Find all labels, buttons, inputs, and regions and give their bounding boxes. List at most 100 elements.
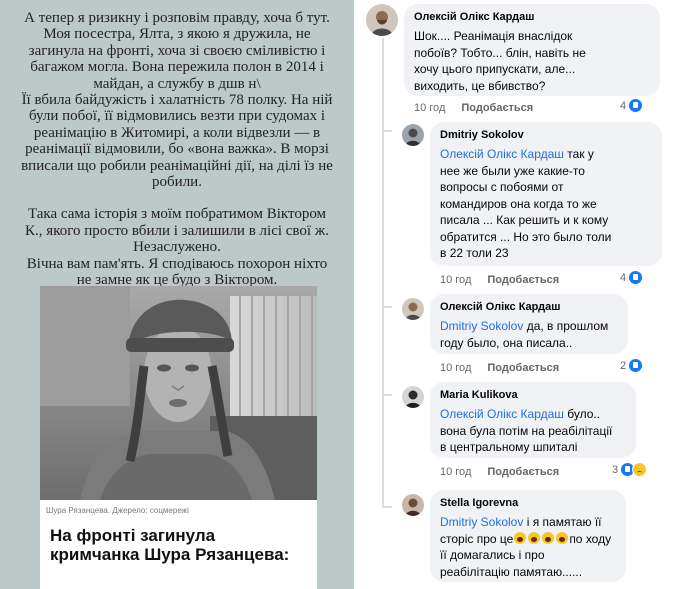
comment-author[interactable]: Олексій Олікс Кардаш [414,11,534,23]
like-icon [628,358,644,373]
avatar[interactable] [402,298,424,320]
comment-time[interactable]: 10 год [440,362,471,374]
story-line: Незаслужено. [133,239,221,256]
thread-branch [382,506,392,508]
comment-bubble: Maria Kulikova Олексій Олікс Кардаш було… [430,382,636,458]
crying-emoji-icon [556,531,569,544]
mention-link[interactable]: Олексій Олікс Кардаш [440,407,564,421]
comment-line: вопросы с побоями от [440,180,564,194]
comment-line: писала ... Как решить и к кому [440,213,609,227]
thread-branch [382,394,392,396]
avatar[interactable] [402,494,424,516]
headline-line: На фронті загинула [50,526,216,545]
comment-fragment: і я памятаю її [523,515,602,529]
comment-line: нее же были уже какие-то [440,163,585,178]
avatar[interactable] [402,124,424,146]
comments-panel: Олексій Олікс Кардаш Шок.... Реанімація … [354,0,680,589]
like-button[interactable]: Подобається [461,102,533,114]
crying-emoji-icon [528,531,541,544]
reaction-number: 4 [620,271,627,284]
like-button[interactable]: Подобається [487,466,559,478]
comment-line: году было, она писала.. [440,335,573,350]
comment-line: обратится ... Но это было толи [440,229,612,244]
comment-line: в 22 толи 23 [440,246,509,260]
like-button[interactable]: Подобається [487,274,559,286]
comment-line: Dmitriy Sokolov да, в прошлом [440,318,608,335]
comment-text: Олексій Олікс Кардаш було.. вона була по… [440,406,612,456]
avatar[interactable] [402,386,424,408]
avatar[interactable] [366,4,398,36]
mention-link[interactable]: Dmitriy Sokolov [440,319,523,333]
comment-meta: 10 год Подобається [440,466,559,478]
instagram-story: А тепер я ризикну і розповім правду, хоч… [0,0,354,589]
headline-line: кримчанка Шура Рязанцева: [50,545,290,564]
crying-emoji-icon [542,531,555,544]
comment-line: реабілітацію памятаю...... [440,564,583,579]
comment-author[interactable]: Олексій Олікс Кардаш [440,301,560,313]
comment-line: виходить, це вбивство? [414,78,546,93]
story-text: А тепер я ризикну і розповім правду, хоч… [10,10,344,289]
comment-author[interactable]: Dmitriy Sokolov [440,129,524,141]
comment-text: Dmitriy Sokolov і я памятаю її сторіс пр… [440,514,611,580]
story-line: Така сама історія з моїм побратимом Вікт… [27,206,327,223]
story-line: робили. [152,174,202,191]
comment-fragment: так у [563,147,594,161]
mention-link[interactable]: Dmitriy Sokolov [440,515,523,529]
portrait-photo [40,286,317,500]
comment-fragment: сторіс про це [440,531,514,546]
comment-time[interactable]: 10 год [440,274,471,286]
reaction-number: 4 [620,99,627,112]
comment-fragment: по ходу [569,531,612,546]
thread-line [382,38,384,508]
post-headline: На фронті загинула кримчанка Шура Рязанц… [50,526,312,564]
story-line: Моя посестра, Ялта, з якою я дружила, не [43,26,311,43]
comment-meta: 10 год Подобається [440,274,559,286]
photo-caption: Шура Рязанцева. Джерело: соцмережі [46,506,189,515]
comment-bubble: Dmitriy Sokolov Олексій Олікс Кардаш так… [430,122,662,266]
story-line: були побої, її відмовились везти при суд… [28,108,326,125]
reaction-count[interactable]: 3 [612,462,648,477]
comment-text: Dmitriy Sokolov да, в прошлом году было,… [440,318,608,351]
story-line: А тепер я ризикну і розповім правду, хоч… [24,10,330,26]
comment-line: в центральному шпиталі [440,440,578,454]
comment-fragment: було.. [563,407,601,421]
reaction-number: 3 [612,463,619,476]
story-line: Її вбила байдужість і халатність 78 полк… [21,92,333,109]
comment-line: Олексій Олікс Кардаш так у [440,146,611,163]
like-icon [628,98,644,113]
comment-bubble: Олексій Олікс Кардаш Шок.... Реанімація … [404,4,660,96]
comment-bubble: Олексій Олікс Кардаш Dmitriy Sokolov да,… [430,294,628,354]
story-line: вписали що робили реанімаційні дії, на д… [21,157,333,174]
like-icon [628,270,644,285]
comment-author[interactable]: Stella Igorevna [440,497,518,509]
comment-line: побоїв? Тобто... блін, навіть не [414,45,586,60]
comment-time[interactable]: 10 год [440,466,471,478]
comment-meta: 10 год Подобається [414,102,533,114]
reaction-count[interactable]: 4 [620,98,644,113]
thread-branch [382,306,392,308]
comment-line: сторіс про це по ходу [440,531,611,548]
like-button[interactable]: Подобається [487,362,559,374]
sad-reaction-icon [632,462,648,477]
comment-line: Шок.... Реанімація внаслідок [414,29,573,43]
comment-bubble: Stella Igorevna Dmitriy Sokolov і я памя… [430,490,626,582]
story-line: загинула на фронті, хоча зі своєю смілив… [28,42,326,59]
comment-author[interactable]: Maria Kulikova [440,389,518,401]
mention-link[interactable]: Олексій Олікс Кардаш [440,147,564,161]
reaction-count[interactable]: 2 [620,358,644,373]
story-line: Вічна вам пам'ять. Я сподіваюсь похорон … [26,255,328,272]
crying-emoji-icon [514,531,527,544]
story-line: реанімацію в Житомирі, а коли відвезли —… [33,124,321,141]
comment-line: Олексій Олікс Кардаш було.. [440,406,612,423]
story-line: К., якого просто вбили і залишили в лісі… [25,222,329,239]
comment-line: командиров она когда то же [440,196,597,211]
comment-line: її домагались і про [440,548,545,562]
comment-line: вона була потім на реабілітації [440,423,613,438]
reaction-count[interactable]: 4 [620,270,644,285]
news-post-card[interactable]: Шура Рязанцева. Джерело: соцмережі На фр… [40,286,317,589]
reaction-number: 2 [620,359,627,372]
comment-line: хочу цього припускати, але... [414,62,576,76]
comment-fragment: да, в прошлом [523,319,609,333]
comment-text: Олексій Олікс Кардаш так у нее же были у… [440,146,611,262]
comment-time[interactable]: 10 год [414,102,445,114]
